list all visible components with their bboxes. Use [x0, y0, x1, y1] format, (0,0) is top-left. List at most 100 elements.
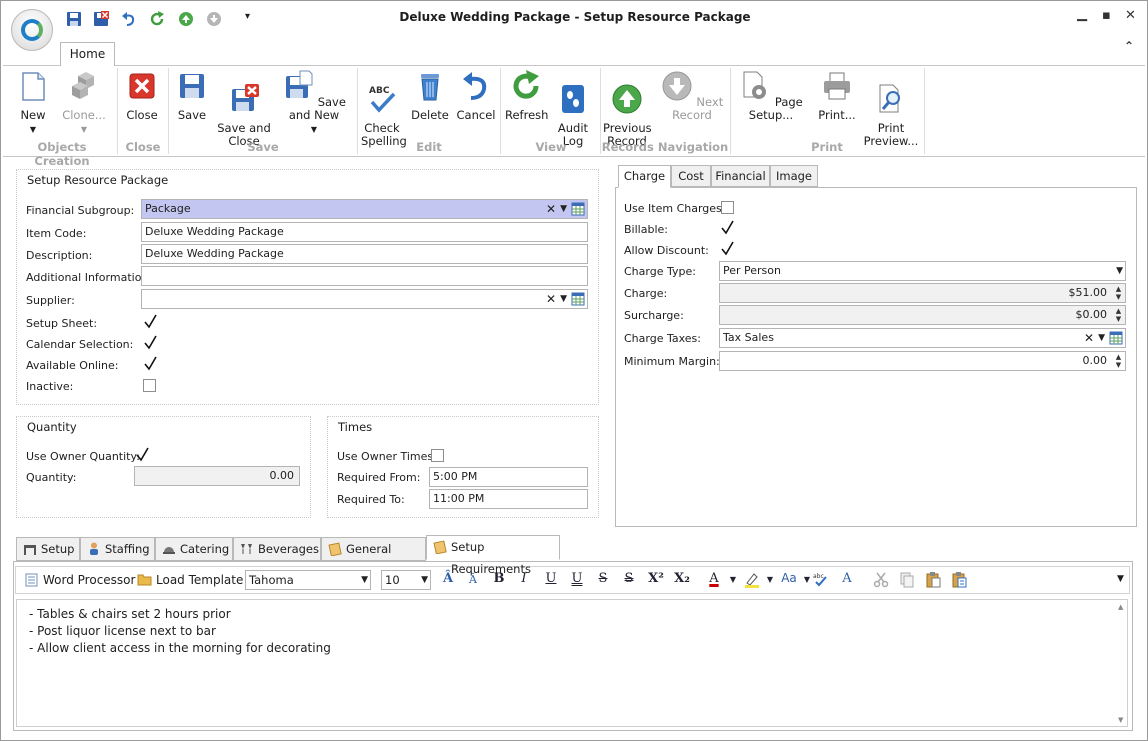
save-button[interactable]: Save — [174, 70, 210, 122]
charge-input[interactable]: $51.00 ▲ ▼ — [719, 283, 1126, 303]
dropdown-arrow-icon[interactable]: ▼ — [560, 290, 567, 308]
billable-checkbox[interactable] — [720, 220, 735, 235]
collapse-ribbon-icon[interactable]: ⌃ — [1124, 39, 1134, 53]
highlight-dropdown-icon[interactable]: ▼ — [761, 575, 779, 584]
superscript-icon[interactable]: X² — [647, 571, 665, 586]
tab-beverages[interactable]: Beverages — [233, 537, 321, 561]
maximize-icon[interactable]: ▪ — [1102, 8, 1111, 23]
required-to-input[interactable]: 11:00 PM — [429, 489, 588, 509]
check-spelling-button[interactable]: ABC Check Spelling — [361, 70, 407, 148]
save-and-close-button[interactable]: Save and Close — [217, 70, 271, 148]
calendar-selection-checkbox[interactable] — [143, 335, 158, 350]
setup-sheet-checkbox[interactable] — [143, 314, 158, 329]
cut-icon[interactable] — [873, 572, 889, 588]
lookup-grid-icon[interactable] — [571, 292, 585, 306]
print-button[interactable]: Print... — [815, 70, 859, 122]
dropdown-arrow-icon[interactable]: ▼ — [1098, 329, 1105, 347]
underline-icon[interactable]: U — [542, 571, 560, 586]
word-processor-button[interactable]: Word Processor — [43, 573, 135, 587]
arrow-down-icon — [662, 71, 692, 101]
tab-charge[interactable]: Charge — [618, 165, 671, 188]
close-icon — [129, 73, 155, 99]
item-code-input[interactable]: Deluxe Wedding Package — [141, 222, 588, 242]
double-strikethrough-icon[interactable]: S — [620, 571, 638, 586]
allow-discount-checkbox[interactable] — [720, 241, 735, 256]
charge-type-value: Per Person — [723, 264, 781, 277]
additional-info-input[interactable] — [141, 266, 588, 286]
delete-button[interactable]: Delete — [409, 70, 451, 122]
change-case-icon[interactable]: Aa — [780, 571, 798, 585]
dropdown-arrow-icon[interactable]: ▼ — [361, 571, 368, 589]
required-from-input[interactable]: 5:00 PM — [429, 467, 588, 487]
charge-type-select[interactable]: Per Person ▼ — [719, 261, 1126, 281]
font-color-icon[interactable]: A — [705, 571, 723, 586]
new-button[interactable]: New ▼ — [15, 70, 51, 136]
tab-setup-requirements[interactable]: Setup Requirements — [426, 535, 560, 576]
setup-requirements-editor[interactable]: - Tables & chairs set 2 hours prior - Po… — [16, 599, 1128, 727]
minimum-margin-input[interactable]: 0.00 ▲ ▼ — [719, 351, 1126, 371]
lookup-grid-icon[interactable] — [1109, 331, 1123, 345]
dropdown-arrow-icon[interactable]: ▼ — [1116, 262, 1123, 280]
load-template-button[interactable]: Load Template — [156, 573, 243, 587]
quantity-input[interactable]: 0.00 — [134, 466, 300, 486]
previous-record-button[interactable]: Previous Record — [603, 70, 652, 148]
refresh-button[interactable]: Refresh — [505, 70, 548, 122]
available-online-checkbox[interactable] — [143, 356, 158, 371]
tab-image[interactable]: Image — [770, 165, 818, 187]
financial-subgroup-field[interactable]: Package ✕ ▼ — [141, 199, 588, 219]
font-color-dropdown-icon[interactable]: ▼ — [724, 575, 742, 584]
subscript-icon[interactable]: X₂ — [673, 571, 691, 586]
available-online-label: Available Online: — [26, 359, 119, 372]
surcharge-input[interactable]: $0.00 ▲ ▼ — [719, 305, 1126, 325]
toolbar-overflow-icon[interactable]: ▼ — [1117, 574, 1124, 584]
paste-icon[interactable] — [925, 571, 941, 588]
spell-check-icon[interactable]: abc — [813, 571, 829, 587]
spin-buttons-icon[interactable]: ▲ ▼ — [1114, 285, 1123, 301]
dropdown-arrow-icon[interactable]: ▼ — [421, 571, 428, 589]
tab-catering[interactable]: Catering — [155, 537, 233, 561]
inactive-checkbox[interactable] — [143, 379, 156, 392]
tab-staffing[interactable]: Staffing — [80, 537, 155, 561]
minimize-icon[interactable]: ▁ — [1077, 7, 1087, 22]
use-item-charges-checkbox[interactable] — [721, 201, 734, 214]
tab-setup[interactable]: Setup — [16, 537, 80, 561]
tab-cost[interactable]: Cost — [671, 165, 711, 187]
scroll-up-icon[interactable]: ▲ — [1118, 603, 1123, 611]
dropdown-arrow-icon[interactable]: ▼ — [560, 200, 567, 218]
save-and-new-button[interactable]: Save and New ▼ — [275, 70, 353, 136]
use-owner-quantity-checkbox[interactable] — [135, 447, 150, 462]
double-underline-icon[interactable]: U — [568, 571, 586, 586]
font-family-select[interactable]: Tahoma ▼ — [245, 570, 371, 590]
close-window-icon[interactable]: ✕ — [1125, 8, 1136, 23]
lookup-grid-icon[interactable] — [571, 202, 585, 216]
tab-home[interactable]: Home — [60, 42, 115, 66]
font-size-select[interactable]: 10 ▼ — [381, 570, 431, 590]
next-record-button[interactable]: Next Record — [659, 70, 725, 122]
strikethrough-icon[interactable]: S — [594, 571, 612, 586]
audit-log-button[interactable]: Audit Log — [555, 70, 591, 148]
close-button[interactable]: Close — [124, 70, 160, 122]
supplier-field[interactable]: ✕ ▼ — [141, 289, 588, 309]
description-input[interactable]: Deluxe Wedding Package — [141, 244, 588, 264]
print-preview-button[interactable]: Print Preview... — [863, 70, 919, 148]
cancel-button[interactable]: Cancel — [455, 70, 497, 122]
description-label: Description: — [26, 249, 93, 262]
spin-buttons-icon[interactable]: ▲ ▼ — [1114, 353, 1123, 369]
clone-button[interactable]: Clone... ▼ — [61, 70, 107, 136]
paste-special-icon[interactable] — [951, 571, 967, 588]
page-setup-button[interactable]: Page Setup... — [735, 70, 807, 122]
use-owner-times-checkbox[interactable] — [431, 449, 444, 462]
scroll-down-icon[interactable]: ▼ — [1118, 716, 1123, 724]
spin-buttons-icon[interactable]: ▲ ▼ — [1114, 307, 1123, 323]
clear-icon[interactable]: ✕ — [1084, 329, 1094, 347]
font-dialog-icon[interactable]: A — [838, 571, 856, 586]
copy-icon[interactable] — [899, 572, 915, 588]
tab-financial[interactable]: Financial — [711, 165, 770, 187]
surcharge-value: $0.00 — [1075, 308, 1108, 321]
notes-icon — [328, 542, 342, 556]
charge-taxes-field[interactable]: Tax Sales ✕ ▼ — [719, 328, 1126, 348]
clear-icon[interactable]: ✕ — [546, 200, 556, 218]
clear-icon[interactable]: ✕ — [546, 290, 556, 308]
highlight-icon[interactable] — [744, 572, 760, 588]
tab-general-notes[interactable]: General Notes — [321, 537, 426, 578]
